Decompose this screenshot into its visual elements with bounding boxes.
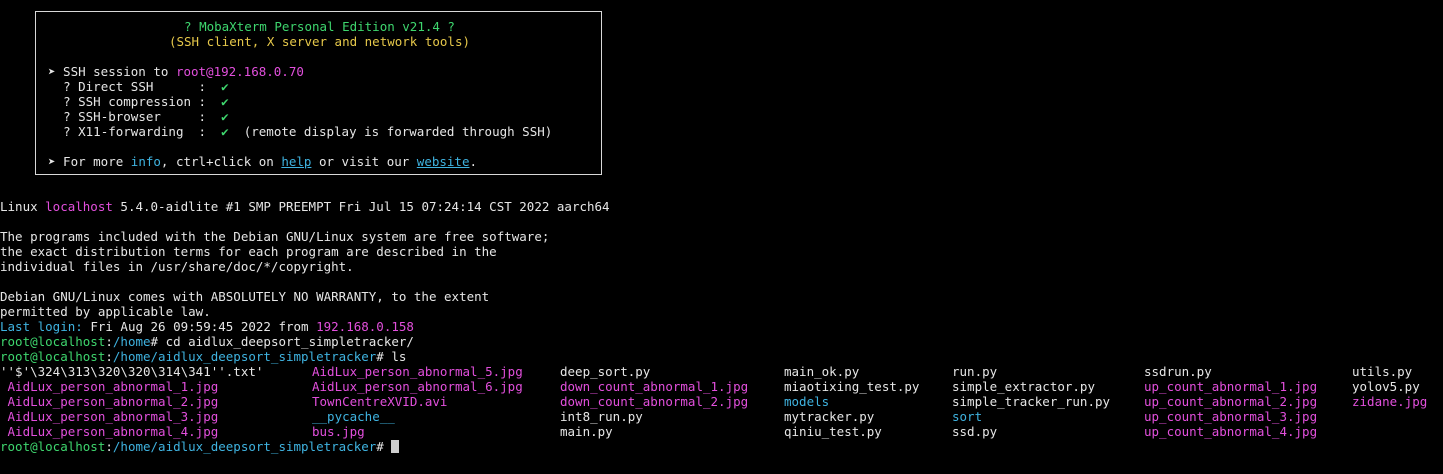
last-login-label: Last login: [0, 319, 83, 334]
prompt-line: root@localhost:/home# cd aidlux_deepsort… [0, 334, 414, 349]
ls-entry: zidane.jpg [1352, 394, 1428, 409]
prompt-user: root@localhost [0, 334, 106, 349]
check-icon: ✔ [221, 79, 229, 94]
option-label: ? SSH-browser : [63, 109, 207, 124]
ls-entry: down_count_abnormal_2.jpg [560, 394, 749, 409]
ls-entry: int8_run.py [560, 409, 643, 424]
ls-entry: yolov5.py [1352, 379, 1420, 394]
info-prefix: ➤ For more [48, 154, 131, 169]
ls-entry: run.py [952, 364, 998, 379]
motd-line: Debian GNU/Linux comes with ABSOLUTELY N… [0, 289, 490, 304]
ls-entry: mytracker.py [784, 409, 875, 424]
prompt-path: /home [112, 334, 151, 349]
cursor [391, 440, 400, 453]
session-prefix: ➤ SSH session to [48, 64, 176, 79]
option-direct-ssh: ? Direct SSH : ✔ [48, 79, 229, 94]
last-login-line: Last login: Fri Aug 26 09:59:45 2022 fro… [0, 319, 414, 334]
ls-entry: bus.jpg [312, 424, 365, 439]
ls-entry: up_count_abnormal_3.jpg [1144, 409, 1318, 424]
prompt-line: root@localhost:/home/aidlux_deepsort_sim… [0, 349, 406, 364]
uname-line: Linux localhost 5.4.0-aidlite #1 SMP PRE… [0, 199, 610, 214]
ls-entry: deep_sort.py [560, 364, 651, 379]
option-label: ? SSH compression : [63, 94, 207, 109]
ls-entry: AidLux_person_abnormal_2.jpg [0, 394, 219, 409]
ls-entry: up_count_abnormal_2.jpg [1144, 394, 1318, 409]
uname-prefix: Linux [0, 199, 46, 214]
ls-entry: simple_tracker_run.py [952, 394, 1111, 409]
ls-entry: main_ok.py [784, 364, 860, 379]
banner-title: ? MobaXterm Personal Edition v21.4 ? [184, 19, 455, 34]
check-icon: ✔ [221, 109, 229, 124]
ls-entry: AidLux_person_abnormal_3.jpg [0, 409, 219, 424]
prompt-user: root@localhost [0, 349, 106, 364]
ls-entry: models [784, 394, 830, 409]
info-mid2: or visit our [311, 154, 417, 169]
info-end: . [469, 154, 478, 169]
prompt-path: /home/aidlux_deepsort_simpletracker [112, 349, 377, 364]
ls-entry: simple_extractor.py [952, 379, 1095, 394]
ls-entry: AidLux_person_abnormal_1.jpg [0, 379, 219, 394]
banner-subtitle: (SSH client, X server and network tools) [168, 34, 471, 49]
ls-entry: sort [952, 409, 983, 424]
help-link[interactable]: help [281, 154, 311, 169]
info-link[interactable]: info [131, 154, 161, 169]
prompt-line-active[interactable]: root@localhost:/home/aidlux_deepsort_sim… [0, 439, 400, 454]
prompt-command: # cd aidlux_deepsort_simpletracker/ [150, 334, 414, 349]
ls-entry: up_count_abnormal_4.jpg [1144, 424, 1318, 439]
motd-line: The programs included with the Debian GN… [0, 229, 550, 244]
option-label: ? X11-forwarding : [63, 124, 207, 139]
ls-entry: ssd.py [952, 424, 998, 439]
prompt-path: /home/aidlux_deepsort_simpletracker [112, 439, 377, 454]
session-host: root@192.168.0.70 [175, 64, 304, 79]
prompt-sep: : [105, 349, 113, 364]
uname-host: localhost [45, 199, 113, 214]
ls-entry: TownCentreXVID.avi [312, 394, 448, 409]
motd-line: permitted by applicable law. [0, 304, 211, 319]
ls-entry: utils.py [1352, 364, 1413, 379]
uname-rest: 5.4.0-aidlite #1 SMP PREEMPT Fri Jul 15 … [112, 199, 610, 214]
prompt-sep: : [105, 439, 113, 454]
ls-entry: qiniu_test.py [784, 424, 882, 439]
ls-entry: main.py [560, 424, 613, 439]
welcome-banner: ? MobaXterm Personal Edition v21.4 ? (SS… [35, 11, 602, 175]
info-line: ➤ For more info, ctrl+click on help or v… [48, 154, 477, 169]
prompt-command: # [376, 439, 392, 454]
ls-entry: miaotixing_test.py [784, 379, 920, 394]
info-mid: , ctrl+click on [160, 154, 282, 169]
option-x11-forwarding: ? X11-forwarding : ✔ (remote display is … [48, 124, 552, 139]
ls-entry: AidLux_person_abnormal_4.jpg [0, 424, 219, 439]
ls-entry: AidLux_person_abnormal_6.jpg [312, 379, 523, 394]
motd-line: individual files in /usr/share/doc/*/cop… [0, 259, 354, 274]
prompt-sep: : [105, 334, 113, 349]
option-note: (remote display is forwarded through SSH… [243, 124, 553, 139]
ls-entry: ''$'\324\313\320\320\314\341''.txt' [0, 364, 264, 379]
option-ssh-browser: ? SSH-browser : ✔ [48, 109, 229, 124]
website-link[interactable]: website [417, 154, 470, 169]
ls-entry: AidLux_person_abnormal_5.jpg [312, 364, 523, 379]
ls-entry: ssdrun.py [1144, 364, 1212, 379]
ls-entry: down_count_abnormal_1.jpg [560, 379, 749, 394]
prompt-command: # ls [376, 349, 407, 364]
ls-entry: up_count_abnormal_1.jpg [1144, 379, 1318, 394]
last-login-time: Fri Aug 26 09:59:45 2022 from [82, 319, 317, 334]
prompt-user: root@localhost [0, 439, 106, 454]
ls-entry: __pycache__ [312, 409, 395, 424]
last-login-ip: 192.168.0.158 [316, 319, 414, 334]
option-ssh-compression: ? SSH compression : ✔ [48, 94, 229, 109]
check-icon: ✔ [221, 94, 229, 109]
motd-line: the exact distribution terms for each pr… [0, 244, 497, 259]
check-icon: ✔ [221, 124, 229, 139]
ssh-session-line: ➤ SSH session to root@192.168.0.70 [48, 64, 304, 79]
option-label: ? Direct SSH : [63, 79, 207, 94]
terminal-window[interactable]: ? MobaXterm Personal Edition v21.4 ? (SS… [0, 0, 1443, 474]
